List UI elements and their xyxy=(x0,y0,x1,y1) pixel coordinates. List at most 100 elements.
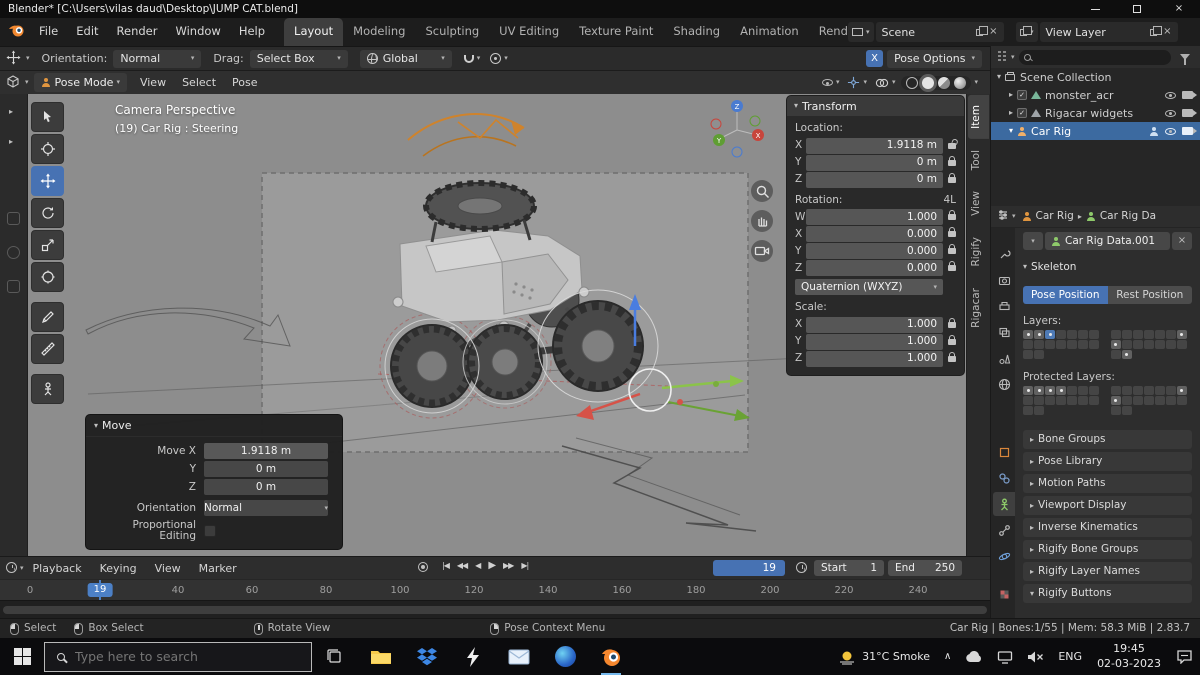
taskbar-app-file-explorer[interactable] xyxy=(358,638,404,675)
lock-icon[interactable] xyxy=(948,334,956,345)
unlink-data-button[interactable]: × xyxy=(1172,232,1192,250)
close-button[interactable]: × xyxy=(1158,0,1200,18)
chevron-down-icon[interactable]: ▾ xyxy=(26,55,30,62)
tool-transform-button[interactable] xyxy=(31,262,64,292)
layer-toggle-cell[interactable] xyxy=(1045,396,1055,405)
layer-toggle-cell[interactable] xyxy=(1132,386,1143,395)
section-rigify-bone-groups[interactable]: ▸ Rigify Bone Groups xyxy=(1023,540,1192,559)
layer-toggle-cell[interactable] xyxy=(1110,386,1121,395)
jump-to-end-button[interactable]: ▶| xyxy=(517,562,532,570)
current-frame-field[interactable]: 19 xyxy=(713,560,785,576)
object-visibility-dropdown[interactable]: ▾ xyxy=(821,79,839,86)
filter-icon[interactable] xyxy=(1180,54,1190,65)
section-inverse-kinematics[interactable]: ▸ Inverse Kinematics xyxy=(1023,518,1192,537)
play-button[interactable]: ▶ xyxy=(484,561,499,571)
timeline-ruler[interactable]: 0 20 40 60 80 100 120 140 160 180 200 22… xyxy=(0,579,990,601)
chevron-down-icon[interactable]: ▾ xyxy=(1012,213,1016,220)
frame-start-field[interactable]: Start 1 xyxy=(814,560,884,576)
editor-type-icon[interactable] xyxy=(996,50,1008,64)
minimize-button[interactable] xyxy=(1074,0,1116,18)
layer-toggle-cell[interactable] xyxy=(1034,396,1044,405)
auto-key-button[interactable] xyxy=(418,560,428,572)
mirror-x-toggle[interactable]: X xyxy=(866,50,884,67)
pose-position-button[interactable]: Pose Position xyxy=(1023,286,1108,304)
transform-pivot-dropdown[interactable]: Global ▾ xyxy=(359,49,452,68)
axis-x-neg-handle[interactable] xyxy=(710,118,722,130)
layer-toggle-cell[interactable] xyxy=(1154,340,1165,349)
layer-toggle-cell[interactable] xyxy=(1165,330,1176,339)
taskbar-search[interactable] xyxy=(44,641,312,672)
snap-toggle[interactable]: ▾ xyxy=(463,54,480,63)
lock-icon[interactable] xyxy=(948,210,956,220)
scene-name-field[interactable]: Scene × xyxy=(875,22,1004,42)
rotation-z-field[interactable]: 0.000 xyxy=(806,260,943,276)
collapsed-tool-icon[interactable] xyxy=(7,212,20,225)
axis-z-neg-handle[interactable] xyxy=(731,146,743,158)
unlock-icon[interactable] xyxy=(948,142,956,149)
layer-toggle-cell[interactable] xyxy=(1143,330,1154,339)
properties-tab-physics[interactable] xyxy=(993,544,1015,568)
breadcrumb-object[interactable]: Car Rig xyxy=(1036,211,1074,222)
unlink-scene-icon[interactable]: × xyxy=(989,27,997,37)
editor-type-icon[interactable] xyxy=(997,209,1009,224)
menu-view[interactable]: View xyxy=(132,77,174,88)
layer-toggle-cell[interactable] xyxy=(1110,330,1121,339)
overlays-dropdown[interactable]: ▾ xyxy=(875,77,895,89)
workspace-tab-shading[interactable]: Shading xyxy=(663,18,730,46)
prev-keyframe-button[interactable]: ◀◀ xyxy=(453,562,471,570)
layer-toggle-cell[interactable] xyxy=(1045,330,1055,339)
layer-toggle-cell[interactable] xyxy=(1089,340,1099,349)
scale-x-field[interactable]: 1.000 xyxy=(806,316,943,333)
taskbar-app-lightning[interactable] xyxy=(450,638,496,675)
pose-options-dropdown[interactable]: Pose Options ▾ xyxy=(887,49,982,68)
start-button[interactable] xyxy=(0,638,44,675)
properties-tab-output[interactable] xyxy=(993,294,1015,318)
layer-toggle-cell[interactable] xyxy=(1023,396,1033,405)
taskbar-app-dropbox[interactable] xyxy=(404,638,450,675)
new-view-layer-icon[interactable] xyxy=(1150,25,1163,36)
collapsed-tool-icon[interactable] xyxy=(7,280,20,293)
workspace-tab-uv-editing[interactable]: UV Editing xyxy=(489,18,569,46)
weather-widget[interactable]: 31°C Smoke xyxy=(831,638,937,675)
shading-solid-button[interactable] xyxy=(922,76,935,89)
pan-button[interactable] xyxy=(751,210,773,232)
shading-rendered-button[interactable] xyxy=(954,76,967,89)
language-indicator[interactable]: ENG xyxy=(1051,638,1089,675)
browse-data-button[interactable]: ▾ xyxy=(1023,232,1043,250)
drag-dropdown[interactable]: Select Box ▾ xyxy=(249,49,348,68)
navigation-gizmo[interactable]: Z Y X xyxy=(706,97,768,161)
rotation-lock-badge[interactable]: 4L xyxy=(943,194,956,206)
layer-toggle-cell[interactable] xyxy=(1034,386,1044,395)
disable-render-icon[interactable] xyxy=(1182,91,1197,99)
tool-rotate-button[interactable] xyxy=(31,198,64,228)
layer-toggle-cell[interactable] xyxy=(1143,386,1154,395)
layer-toggle-cell[interactable] xyxy=(1023,406,1033,415)
layer-toggle-cell[interactable] xyxy=(1143,396,1154,405)
transform-panel-header[interactable]: ▾ Transform xyxy=(787,96,964,116)
properties-tab-scene[interactable] xyxy=(993,346,1015,370)
menu-edit[interactable]: Edit xyxy=(67,18,107,46)
rotation-x-field[interactable]: 0.000 xyxy=(806,226,943,242)
menu-playback[interactable]: Playback xyxy=(24,563,91,574)
outliner-search-input[interactable] xyxy=(1018,49,1171,65)
layer-toggle-cell[interactable] xyxy=(1078,396,1088,405)
frame-end-field[interactable]: End 250 xyxy=(888,560,962,576)
collapsed-tool-icon[interactable] xyxy=(7,246,20,259)
layer-toggle-cell[interactable] xyxy=(1110,340,1121,349)
menu-pose[interactable]: Pose xyxy=(224,77,265,88)
rotation-y-field[interactable]: 0.000 xyxy=(806,243,943,259)
layer-toggle-cell[interactable] xyxy=(1121,340,1132,349)
layer-toggle-cell[interactable] xyxy=(1067,396,1077,405)
layer-toggle-cell[interactable] xyxy=(1089,396,1099,405)
layer-toggle-cell[interactable] xyxy=(1067,330,1077,339)
properties-tab-tool[interactable] xyxy=(993,242,1015,266)
layer-toggle-cell[interactable] xyxy=(1132,340,1143,349)
use-preview-range-button[interactable] xyxy=(796,562,807,575)
workspace-tab-animation[interactable]: Animation xyxy=(730,18,809,46)
layer-toggle-cell[interactable] xyxy=(1078,340,1088,349)
layer-toggle-cell[interactable] xyxy=(1176,330,1187,339)
sidebar-tab-view[interactable]: View xyxy=(968,181,989,226)
properties-tab-render[interactable] xyxy=(993,268,1015,292)
menu-file[interactable]: File xyxy=(30,18,67,46)
tool-rig-button[interactable] xyxy=(31,374,64,404)
